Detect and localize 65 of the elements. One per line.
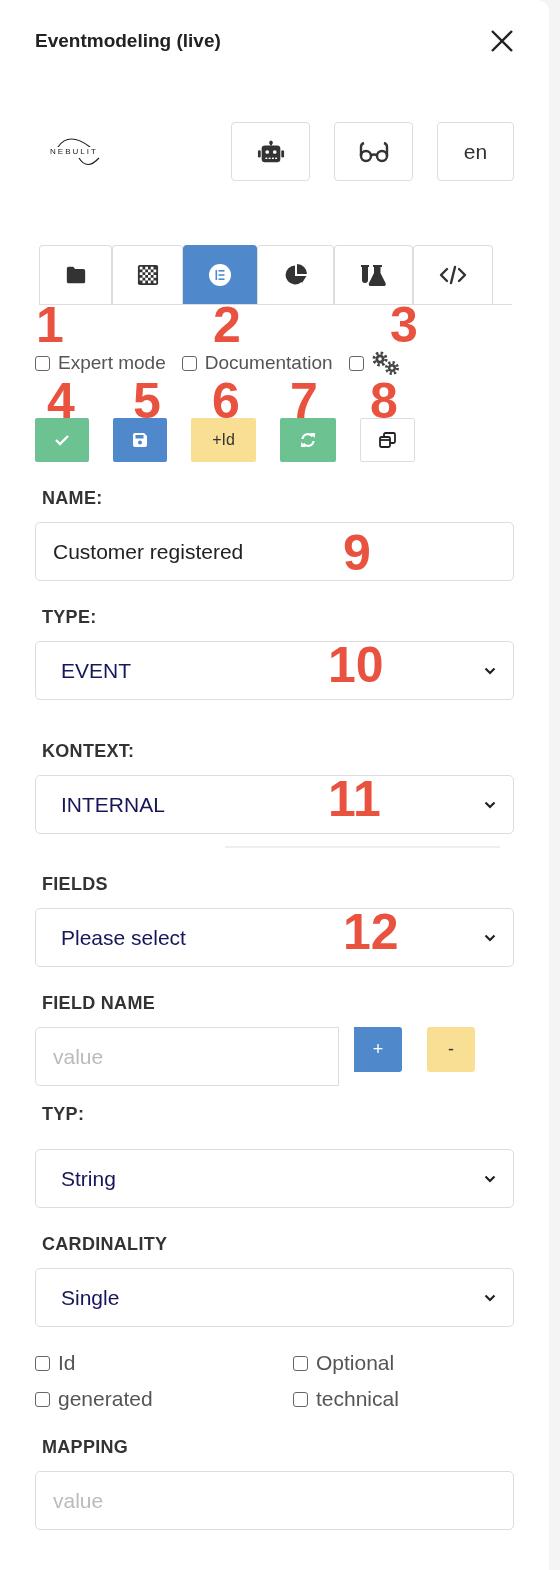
annotation-number: 10 [328, 646, 384, 684]
checkbox-label: Expert mode [58, 352, 166, 374]
select-field[interactable]: Single [35, 1268, 514, 1327]
annotation-number: 2 [213, 306, 241, 344]
add-id-button[interactable]: +Id [191, 418, 256, 462]
flask-icon [359, 263, 388, 287]
annotation-number: 9 [343, 534, 371, 572]
checkbox[interactable] [35, 355, 50, 371]
annotation-number: 4 [47, 382, 75, 420]
gears-icon [371, 351, 402, 375]
checkbox[interactable] [35, 1355, 50, 1371]
pie-chart-icon [283, 263, 308, 287]
annotation-number: 5 [133, 382, 161, 420]
add-button[interactable]: + [354, 1027, 402, 1072]
chevron-down-icon [484, 1174, 496, 1183]
field-label: MAPPING [42, 1436, 130, 1459]
field-label: TYPE: [42, 606, 98, 629]
checkbox-label: technical [316, 1387, 399, 1411]
chevron-down-icon [484, 933, 496, 942]
chevron-down-icon [484, 800, 496, 809]
checkbox-label: Id [58, 1351, 76, 1375]
language-button[interactable]: en [437, 122, 514, 181]
annotation-number: 3 [390, 306, 418, 344]
close-icon[interactable] [490, 29, 514, 53]
remove-button[interactable]: - [427, 1027, 475, 1072]
checkbox[interactable] [35, 1391, 50, 1407]
text-field[interactable]: value [35, 1471, 514, 1530]
field-label: TYP: [42, 1103, 86, 1126]
panel-title: Eventmodeling (live) [35, 29, 221, 53]
checkbox-label: Documentation [204, 352, 333, 374]
robot-button[interactable] [231, 122, 310, 181]
select-field[interactable]: String [35, 1149, 514, 1208]
field-label: CARDINALITY [42, 1233, 169, 1256]
annotation-number: 8 [370, 382, 398, 420]
checkbox[interactable] [293, 1355, 308, 1371]
checkbox[interactable] [181, 355, 197, 371]
checkbox-label: generated [58, 1387, 153, 1411]
glasses-icon [358, 140, 389, 163]
chevron-down-icon [484, 1293, 496, 1302]
save-button[interactable] [113, 418, 167, 462]
text-field[interactable]: value [35, 1027, 339, 1086]
annotation-number: 6 [212, 382, 240, 420]
floppy-icon [133, 433, 147, 447]
field-label: FIELDS [42, 873, 109, 896]
field-label: FIELD NAME [42, 992, 156, 1015]
windows-icon [379, 432, 396, 448]
annotation-number: 11 [328, 780, 381, 818]
field-label: NAME: [42, 487, 104, 510]
robot-icon [256, 139, 285, 164]
checkbox[interactable] [348, 355, 364, 371]
checkbox-label: Optional [316, 1351, 395, 1375]
code-icon [439, 265, 467, 285]
logo: NEBULIT [43, 136, 105, 167]
checkerboard-icon [136, 264, 159, 286]
annotation-number: 12 [343, 913, 399, 951]
check-icon [55, 434, 69, 446]
list-icon [208, 263, 232, 287]
windows-button[interactable] [360, 418, 415, 462]
field-label: KONTEXT: [42, 740, 136, 763]
annotation-number: 7 [290, 382, 318, 420]
glasses-button[interactable] [334, 122, 413, 181]
annotation-number: 1 [36, 306, 64, 344]
chevron-down-icon [484, 666, 496, 675]
sync-icon [300, 432, 316, 448]
checkbox[interactable] [293, 1391, 308, 1407]
